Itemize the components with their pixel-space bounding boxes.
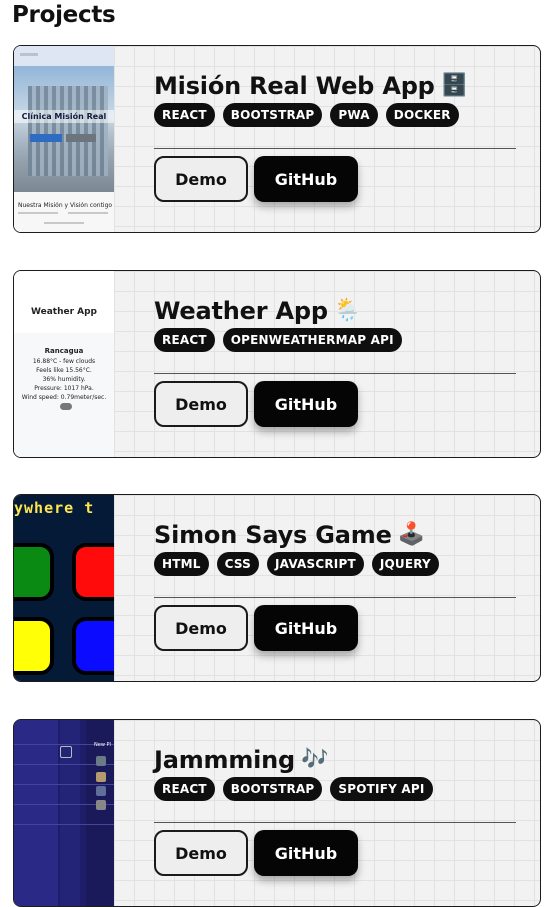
thumbnail-line: 36% humidity.	[42, 376, 86, 383]
project-thumbnail: Clínica Misión Real Nuestra Misión y Vis…	[14, 46, 114, 232]
project-thumbnail: New Pl	[14, 720, 114, 906]
tech-tag: PWA	[330, 103, 378, 127]
project-thumbnail: ywhere t	[14, 495, 114, 681]
thumbnail-panel-label: New Pl	[94, 742, 111, 748]
tech-tags: HTML CSS JAVASCRIPT JQUERY	[154, 552, 439, 576]
thumbnail-marquee-text: ywhere t	[14, 499, 95, 517]
tech-tag: BOOTSTRAP	[222, 777, 323, 801]
thumbnail-line: Wind speed: 0.79meter/sec.	[21, 394, 107, 401]
divider	[154, 822, 516, 823]
tech-tag: CSS	[216, 552, 260, 576]
thumbnail-city: Rancagua	[44, 347, 84, 355]
section-heading: Projects	[12, 2, 116, 28]
simon-pad-red	[72, 543, 114, 601]
project-card: Weather App Rancagua 16.88°C - few cloud…	[13, 270, 541, 458]
joystick-icon: 🕹️	[397, 522, 425, 547]
project-thumbnail: Weather App Rancagua 16.88°C - few cloud…	[14, 271, 114, 457]
tech-tag: OPENWEATHERMAP API	[222, 328, 402, 352]
thumbnail-footer-text: Nuestra Misión y Visión contigo	[18, 202, 113, 209]
project-card: New Pl Jammming 🎶 REACT BOOTSTRAP SPOTIFY…	[13, 719, 541, 907]
tech-tag: REACT	[154, 328, 215, 352]
project-title: Weather App 🌦️	[154, 297, 362, 325]
tech-tag: DOCKER	[385, 103, 459, 127]
music-notes-icon: 🎶	[301, 747, 329, 772]
tech-tag: SPOTIFY API	[330, 777, 433, 801]
thumbnail-line: Feels like 15.56°C.	[36, 367, 92, 374]
cloud-icon	[60, 403, 72, 410]
tech-tag: REACT	[154, 777, 215, 801]
tech-tag: BOOTSTRAP	[222, 103, 323, 127]
github-button[interactable]: GitHub	[254, 381, 358, 427]
demo-button[interactable]: Demo	[154, 381, 248, 427]
divider	[154, 373, 516, 374]
project-title: Jammming 🎶	[154, 746, 329, 774]
tech-tags: REACT BOOTSTRAP SPOTIFY API	[154, 777, 433, 801]
divider	[154, 597, 516, 598]
thumbnail-hero-text: Clínica Misión Real	[14, 110, 114, 123]
github-button[interactable]: GitHub	[254, 156, 358, 202]
divider	[154, 148, 516, 149]
tech-tag: REACT	[154, 103, 215, 127]
project-title: Misión Real Web App 🗄️	[154, 72, 468, 100]
github-button[interactable]: GitHub	[254, 605, 358, 651]
project-title: Simon Says Game 🕹️	[154, 521, 425, 549]
demo-button[interactable]: Demo	[154, 156, 248, 202]
weather-icon: 🌦️	[333, 298, 362, 323]
simon-pad-blue	[72, 617, 114, 675]
simon-pad-yellow	[14, 617, 54, 675]
tech-tags: REACT OPENWEATHERMAP API	[154, 328, 402, 352]
thumbnail-line: Pressure: 1017 hPa.	[34, 385, 94, 392]
simon-pad-green	[14, 543, 54, 601]
project-card: ywhere t Simon Says Game 🕹️ HTML CSS JAVA…	[13, 494, 541, 682]
demo-button[interactable]: Demo	[154, 605, 248, 651]
github-button[interactable]: GitHub	[254, 830, 358, 876]
demo-button[interactable]: Demo	[154, 830, 248, 876]
tech-tag: JAVASCRIPT	[267, 552, 364, 576]
tech-tag: JQUERY	[371, 552, 439, 576]
tech-tag: HTML	[154, 552, 209, 576]
tech-tags: REACT BOOTSTRAP PWA DOCKER	[154, 103, 459, 127]
archive-icon: 🗄️	[440, 73, 468, 98]
thumbnail-app-title: Weather App	[30, 307, 98, 317]
project-card: Clínica Misión Real Nuestra Misión y Vis…	[13, 45, 541, 233]
thumbnail-line: 16.88°C - few clouds	[32, 358, 96, 365]
